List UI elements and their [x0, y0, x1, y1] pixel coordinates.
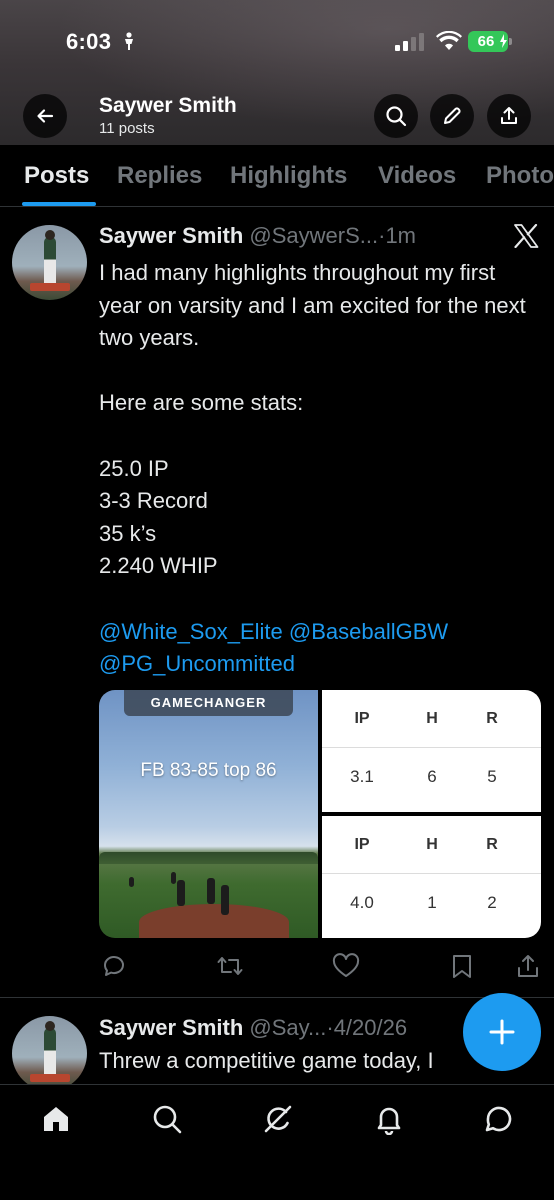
post-timestamp: 4/20/26: [333, 1015, 408, 1040]
player-figure: [207, 878, 215, 904]
stats-value-r: 5: [487, 767, 497, 786]
search-icon: [386, 106, 407, 127]
post-actions: [99, 953, 554, 983]
reply-icon[interactable]: [101, 953, 127, 979]
stats-header-h: H: [426, 710, 438, 727]
stats-value-h: 6: [427, 767, 437, 786]
profile-name: Saywer Smith: [99, 94, 237, 117]
tree-line: [99, 852, 318, 864]
stats-header-row: IP H R: [322, 816, 541, 874]
wifi-icon: [436, 31, 462, 50]
player-figure: [177, 880, 185, 906]
stats-value-ip: 4.0: [350, 893, 374, 912]
plus-icon: [489, 1019, 515, 1045]
top-nav: Saywer Smith 11 posts: [0, 92, 554, 140]
repost-icon[interactable]: [216, 953, 244, 979]
bell-icon[interactable]: [373, 1103, 405, 1135]
stats-header-r: R: [486, 836, 498, 853]
stats-header-row: IP H R: [322, 690, 541, 748]
post-media-grid: GAMECHANGER FB 83-85 top 86 IP H R 3.1 6…: [99, 690, 541, 938]
post-count: 11 posts: [99, 120, 155, 137]
stats-value-row: 4.0 1 2: [322, 874, 541, 932]
player-figure: [129, 877, 134, 887]
author-handle[interactable]: @SaywerS...: [249, 223, 378, 248]
profile-header-banner: 6:03 66 Saywer Smith 11 posts: [0, 0, 554, 145]
author-name[interactable]: Saywer Smith: [99, 1015, 243, 1040]
status-time: 6:03: [66, 29, 112, 54]
active-tab-indicator: [22, 202, 96, 206]
stats-header-h: H: [426, 836, 438, 853]
battery-indicator: 66: [468, 31, 512, 52]
grok-icon[interactable]: [262, 1103, 294, 1135]
like-icon[interactable]: [332, 953, 360, 979]
profile-tabs: Posts Replies Highlights Videos Photo: [0, 145, 554, 207]
avatar[interactable]: [12, 225, 87, 300]
post-header: Saywer Smith @SaywerS...·1m: [99, 223, 416, 249]
post-text: I had many highlights throughout my firs…: [99, 257, 529, 681]
mention-link[interactable]: @BaseballGBW: [289, 619, 448, 644]
infield-dirt: [139, 904, 289, 938]
post-header: Saywer Smith @Say...·4/20/26: [99, 1015, 407, 1041]
arrow-left-icon: [37, 109, 54, 123]
stats-value-r: 2: [487, 893, 497, 912]
share-icon: [501, 107, 517, 124]
post-timestamp: 1m: [385, 223, 416, 248]
tab-photos[interactable]: Photo: [486, 162, 554, 190]
share-icon[interactable]: [515, 953, 541, 979]
battery-level: 66: [477, 33, 495, 50]
x-logo-icon: [514, 224, 539, 248]
search-icon[interactable]: [151, 1103, 183, 1135]
stats-value-row: 3.1 6 5: [322, 748, 541, 806]
stats-header-r: R: [486, 710, 498, 727]
cellular-signal-icon: [395, 33, 424, 51]
mention-link[interactable]: @PG_Uncommitted: [99, 651, 295, 676]
share-button[interactable]: [487, 94, 531, 138]
compose-post-button[interactable]: [463, 993, 541, 1071]
pencil-icon: [444, 107, 461, 124]
gamechanger-banner: GAMECHANGER: [124, 690, 293, 716]
person-icon: [125, 32, 133, 50]
video-thumbnail[interactable]: GAMECHANGER FB 83-85 top 86: [99, 690, 318, 938]
post-body: I had many highlights throughout my firs…: [99, 260, 526, 579]
search-button[interactable]: [374, 94, 418, 138]
stats-header-ip: IP: [354, 710, 370, 727]
edit-button[interactable]: [430, 94, 474, 138]
post[interactable]: Saywer Smith @SaywerS...·1m I had many h…: [0, 208, 554, 998]
tab-posts[interactable]: Posts: [24, 162, 89, 190]
stats-image-2[interactable]: IP H R 4.0 1 2: [322, 816, 541, 938]
player-figure: [221, 885, 229, 915]
video-caption: FB 83-85 top 86: [140, 760, 277, 781]
bookmark-icon[interactable]: [450, 953, 474, 979]
charging-bolt-icon: [500, 34, 507, 48]
author-name[interactable]: Saywer Smith: [99, 223, 243, 248]
tab-replies[interactable]: Replies: [117, 162, 202, 190]
tab-highlights[interactable]: Highlights: [230, 162, 347, 190]
tab-videos[interactable]: Videos: [378, 162, 456, 190]
player-figure: [171, 872, 176, 884]
separator-dot: ·: [326, 1015, 334, 1040]
stats-header-ip: IP: [354, 836, 370, 853]
home-icon[interactable]: [40, 1103, 72, 1135]
bottom-tab-bar: [0, 1084, 554, 1200]
message-icon[interactable]: [483, 1103, 515, 1135]
back-button[interactable]: [23, 94, 67, 138]
mention-link[interactable]: @White_Sox_Elite: [99, 619, 283, 644]
stats-image-1[interactable]: IP H R 3.1 6 5: [322, 690, 541, 812]
status-bar: 6:03 66: [0, 0, 554, 84]
stats-value-h: 1: [427, 893, 437, 912]
author-handle[interactable]: @Say...: [249, 1015, 326, 1040]
post-text: Threw a competitive game today, I: [99, 1048, 434, 1073]
stats-value-ip: 3.1: [350, 767, 374, 786]
avatar[interactable]: [12, 1016, 87, 1084]
